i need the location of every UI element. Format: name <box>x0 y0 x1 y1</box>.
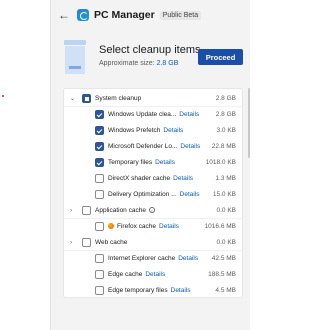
item-label: DirectX shader cache <box>108 175 171 182</box>
item-label: Microsoft Defender Lo... <box>108 143 178 150</box>
pc-manager-logo-icon <box>77 9 89 21</box>
group-label: Application cache <box>95 207 146 214</box>
details-link[interactable]: Details <box>180 191 200 198</box>
item-size: 1016.6 MB <box>204 223 236 230</box>
desktop-background <box>0 0 50 330</box>
item-size: 42.5 MB <box>211 255 236 262</box>
proceed-button[interactable]: Proceed <box>198 49 243 65</box>
item-size: 4.5 MB <box>215 287 236 294</box>
group-size: 2.8 GB <box>215 95 236 102</box>
public-beta-badge: Public Beta <box>159 10 202 20</box>
cleanup-items-panel: ⌄ System cleanup 2.8 GB Windows Update c… <box>63 88 243 298</box>
details-link[interactable]: Details <box>163 127 183 134</box>
item-size: 2.8 GB <box>215 111 236 118</box>
title-bar: ← PC Manager Public Beta <box>51 0 250 30</box>
item-checkbox[interactable] <box>95 126 104 135</box>
item-label: Delivery Optimization ... <box>108 191 177 198</box>
item-size: 15.0 KB <box>212 191 236 198</box>
item-checkbox[interactable] <box>95 222 104 231</box>
list-item[interactable]: Edge temporary files Details 4.5 MB <box>64 284 242 297</box>
details-link[interactable]: Details <box>179 111 199 118</box>
list-item[interactable]: Temporary files Details 1018.0 KB <box>64 156 242 169</box>
group-checkbox-web-cache[interactable] <box>82 238 91 247</box>
list-item[interactable]: Firefox cache Details 1016.6 MB <box>64 220 242 233</box>
approximate-size-label: Approximate size: <box>99 60 157 67</box>
item-size: 1.3 MB <box>215 175 236 182</box>
list-item[interactable]: Windows Update clea... Details 2.8 GB <box>64 108 242 121</box>
item-label: Internet Explorer cache <box>108 255 176 262</box>
details-link[interactable]: Details <box>159 223 179 230</box>
group-label: Web cache <box>95 239 128 246</box>
item-size: 22.8 MB <box>211 143 236 150</box>
details-link[interactable]: Details <box>173 175 193 182</box>
back-arrow-icon[interactable]: ← <box>57 8 71 22</box>
cursor-marker <box>2 95 4 97</box>
details-link[interactable]: Details <box>180 143 200 150</box>
app-title: PC Manager <box>94 9 155 21</box>
list-item[interactable]: Internet Explorer cache Details 42.5 MB <box>64 252 242 265</box>
details-link[interactable]: Details <box>145 271 165 278</box>
list-item[interactable]: Delivery Optimization ... Details 15.0 KB <box>64 188 242 201</box>
list-item[interactable]: Edge cache Details 188.5 MB <box>64 268 242 281</box>
list-item[interactable]: Microsoft Defender Lo... Details 22.8 MB <box>64 140 242 153</box>
item-checkbox[interactable] <box>95 190 104 199</box>
item-label: Edge cache <box>108 271 143 278</box>
pc-manager-window: ← PC Manager Public Beta Select cleanup … <box>50 0 250 330</box>
item-label: Firefox cache <box>117 223 157 230</box>
approximate-size: Approximate size: 2.8 GB <box>99 60 178 67</box>
chevron-right-icon[interactable]: › <box>70 240 76 246</box>
item-label: Temporary files <box>108 159 153 166</box>
group-checkbox-application-cache[interactable] <box>82 206 91 215</box>
item-size: 1018.0 KB <box>205 159 236 166</box>
group-size: 0.0 KB <box>216 239 236 246</box>
item-label: Windows Prefetch <box>108 127 161 134</box>
item-checkbox[interactable] <box>95 142 104 151</box>
item-checkbox[interactable] <box>95 158 104 167</box>
list-item[interactable]: DirectX shader cache Details 1.3 MB <box>64 172 242 185</box>
scrollbar[interactable] <box>248 88 250 158</box>
group-size: 0.0 KB <box>216 207 236 214</box>
item-checkbox[interactable] <box>95 254 104 263</box>
item-checkbox[interactable] <box>95 270 104 279</box>
page-title: Select cleanup items <box>99 44 201 56</box>
firefox-icon <box>108 223 114 229</box>
item-size: 188.5 MB <box>208 271 236 278</box>
chevron-down-icon[interactable]: ⌄ <box>70 95 76 102</box>
chevron-right-icon[interactable]: › <box>70 208 76 214</box>
details-link[interactable]: Details <box>171 287 191 294</box>
list-item[interactable]: Windows Prefetch Details 3.0 KB <box>64 124 242 137</box>
group-web-cache[interactable]: › Web cache 0.0 KB <box>64 236 242 249</box>
group-checkbox-system-cleanup[interactable] <box>82 94 91 103</box>
item-checkbox[interactable] <box>95 174 104 183</box>
item-label: Edge temporary files <box>108 287 168 294</box>
item-label: Windows Update clea... <box>108 111 177 118</box>
recycle-bin-icon <box>64 40 86 74</box>
item-checkbox[interactable] <box>95 286 104 295</box>
cleanup-header: Select cleanup items Approximate size: 2… <box>51 30 250 82</box>
info-icon[interactable]: i <box>148 207 155 213</box>
approximate-size-value: 2.8 GB <box>156 60 179 67</box>
item-size: 3.0 KB <box>216 127 236 134</box>
item-checkbox[interactable] <box>95 110 104 119</box>
details-link[interactable]: Details <box>178 255 198 262</box>
group-system-cleanup[interactable]: ⌄ System cleanup 2.8 GB <box>64 92 242 105</box>
details-link[interactable]: Details <box>155 159 175 166</box>
group-application-cache[interactable]: › Application cache i 0.0 KB <box>64 204 242 217</box>
group-label: System cleanup <box>95 95 142 102</box>
